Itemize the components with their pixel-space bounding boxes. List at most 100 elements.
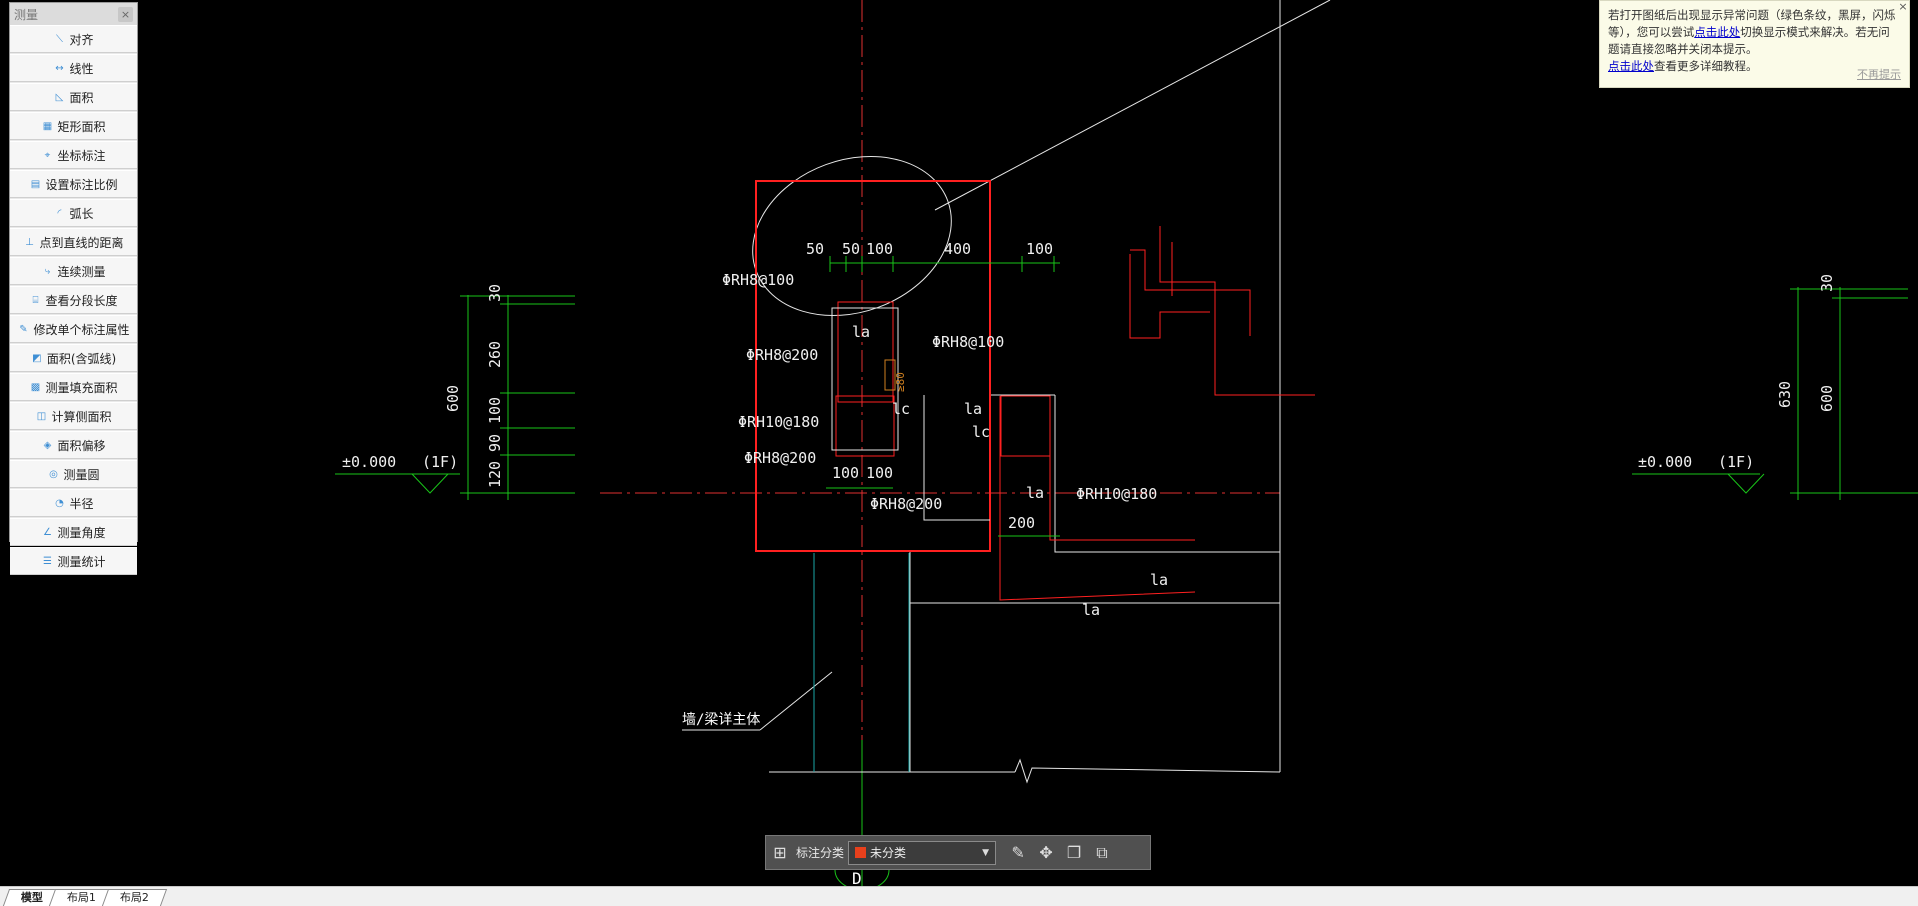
dim-left-30: 30 — [486, 284, 504, 302]
tool-angle[interactable]: ∠ 测量角度 — [10, 518, 137, 546]
tool-side-area[interactable]: ◫ 计算侧面积 — [10, 402, 137, 430]
tool-fill-area[interactable]: ▩ 测量填充面积 — [10, 373, 137, 401]
arc-area-icon: ◩ — [32, 352, 42, 364]
tool-continuous[interactable]: ⤷ 连续测量 — [10, 257, 137, 285]
dim-left-260: 260 — [486, 341, 504, 368]
grid-icon[interactable]: ⊞ — [766, 839, 794, 867]
la-label-3: la — [1026, 484, 1044, 502]
tool-linear[interactable]: ↔ 线性 — [10, 54, 137, 82]
tool-label: 设置标注比例 — [45, 177, 118, 192]
tool-label: 坐标标注 — [57, 148, 106, 163]
tool-label: 查看分段长度 — [45, 293, 118, 308]
tool-label: 连续测量 — [57, 264, 106, 279]
scale-icon: ▤ — [30, 178, 41, 190]
tip-text-2: 查看更多详细教程。 — [1654, 59, 1758, 73]
dim-top-2: 50 — [842, 240, 860, 258]
edit-dim-icon: ✎ — [19, 323, 28, 335]
dim-left-600: 600 — [444, 385, 462, 412]
detail-circle — [752, 156, 952, 316]
tool-label: 点到直线的距离 — [39, 235, 124, 250]
tool-area-offset[interactable]: ◈ 面积偏移 — [10, 431, 137, 459]
tool-label: 线性 — [69, 61, 94, 76]
tool-label: 修改单个标注属性 — [33, 322, 130, 337]
switch-display-link[interactable]: 点击此处 — [1694, 25, 1740, 39]
tool-arc-length[interactable]: ◜ 弧长 — [10, 199, 137, 227]
tool-arc-area[interactable]: ◩ 面积(含弧线) — [10, 344, 137, 372]
dim-bottom-1: 100 — [832, 464, 859, 482]
la-label-5: la — [1082, 601, 1100, 619]
rect-area-icon: ▦ — [42, 120, 53, 132]
rebar-label-6: ΦRH8@100 — [932, 333, 1004, 351]
tool-align[interactable]: ⟍ 对齐 — [10, 25, 137, 53]
wall-note-leader — [759, 671, 833, 731]
annotation-category-select[interactable]: 未分类 ▼ — [848, 840, 997, 865]
tool-area[interactable]: ◺ 面积 — [10, 83, 137, 111]
tab-label: 模型 — [20, 891, 43, 904]
elev-right: ±0.000 — [1638, 453, 1692, 471]
dim-top-3: 100 — [866, 240, 893, 258]
tool-label: 半径 — [69, 496, 94, 511]
tool-circle[interactable]: ◎ 测量圆 — [10, 460, 137, 488]
segment-icon: ⌸ — [32, 294, 39, 306]
tool-label: 测量统计 — [57, 554, 106, 569]
tab-label: 布局2 — [119, 891, 149, 904]
copy-icon[interactable]: ❐ — [1060, 839, 1088, 867]
stats-icon: ☰ — [43, 555, 52, 567]
elev-left: ±0.000 — [342, 453, 396, 471]
rebar-label-1: ΦRH8@100 — [722, 271, 794, 289]
dim-left-120: 120 — [486, 461, 504, 488]
chevron-down-icon: ▼ — [982, 847, 990, 858]
rebar-label-7: ΦRH10@180 — [1076, 485, 1157, 503]
tutorial-link[interactable]: 点击此处 — [1608, 59, 1654, 73]
tool-label: 测量角度 — [57, 525, 106, 540]
dim-right-630: 630 — [1776, 381, 1794, 408]
tip-close-button[interactable]: × — [1897, 1, 1909, 13]
dim-bottom-2: 100 — [866, 464, 893, 482]
tool-radius[interactable]: ◔ 半径 — [10, 489, 137, 517]
side-area-icon: ◫ — [36, 410, 47, 422]
layout-tabs: 模型 布局1 布局2 — [0, 886, 1918, 906]
arc-length-icon: ◜ — [57, 207, 62, 219]
fill-area-icon: ▩ — [30, 381, 41, 393]
dont-show-again-link[interactable]: 不再提示 — [1857, 66, 1901, 83]
dim-right-30: 30 — [1818, 274, 1836, 292]
annotation-category-label: 标注分类 — [796, 846, 845, 860]
tool-point-line[interactable]: ⊥ 点到直线的距离 — [10, 228, 137, 256]
move-icon[interactable]: ✥ — [1032, 839, 1060, 867]
point-line-icon: ⊥ — [25, 236, 34, 248]
dim-right-600: 600 — [1818, 385, 1836, 412]
dim-top-5: 100 — [1026, 240, 1053, 258]
la-label-2: la — [964, 400, 982, 418]
rebar-label-5: ΦRH8@200 — [870, 495, 942, 513]
la-label-1: la — [852, 323, 870, 341]
tool-label: 矩形面积 — [57, 119, 106, 134]
align-icon: ⟍ — [55, 33, 63, 45]
dim-top-4: 400 — [944, 240, 971, 258]
coordinate-icon: ⌖ — [44, 149, 51, 161]
tool-scale[interactable]: ▤ 设置标注比例 — [10, 170, 137, 198]
drawing-canvas[interactable]: D 墙/梁详主体 50 50 100 400 100 ΦRH8@100 ΦRH8… — [0, 0, 1918, 886]
dim-left-100: 100 — [486, 397, 504, 424]
tool-label: 测量圆 — [63, 467, 100, 482]
tab-layout2[interactable]: 布局2 — [101, 889, 168, 906]
tool-edit-dim[interactable]: ✎ 修改单个标注属性 — [10, 315, 137, 343]
structure-outline — [769, 0, 1331, 784]
tool-rect-area[interactable]: ▦ 矩形面积 — [10, 112, 137, 140]
panel-close-button[interactable]: × — [118, 6, 133, 22]
floor-left: (1F) — [422, 453, 458, 471]
la-label-4: la — [1150, 571, 1168, 589]
tool-stats[interactable]: ☰ 测量统计 — [10, 547, 137, 575]
rebar-label-4: ΦRH8@200 — [744, 449, 816, 467]
tool-label: 面积(含弧线) — [46, 351, 117, 366]
circle-icon: ◎ — [49, 468, 58, 480]
axis-bubble-label: D — [852, 869, 862, 886]
tool-segment[interactable]: ⌸ 查看分段长度 — [10, 286, 137, 314]
side-dim-label: ≥80 — [894, 372, 907, 392]
lc-label-1: lc — [892, 400, 910, 418]
tool-coordinate[interactable]: ⌖ 坐标标注 — [10, 141, 137, 169]
edit-icon[interactable]: ✎ — [1004, 839, 1032, 867]
paste-icon[interactable]: ⧉ — [1088, 839, 1116, 867]
tool-label: 面积偏移 — [57, 438, 106, 453]
panel-header: 测量 × — [10, 3, 137, 25]
area-icon: ◺ — [55, 91, 64, 103]
